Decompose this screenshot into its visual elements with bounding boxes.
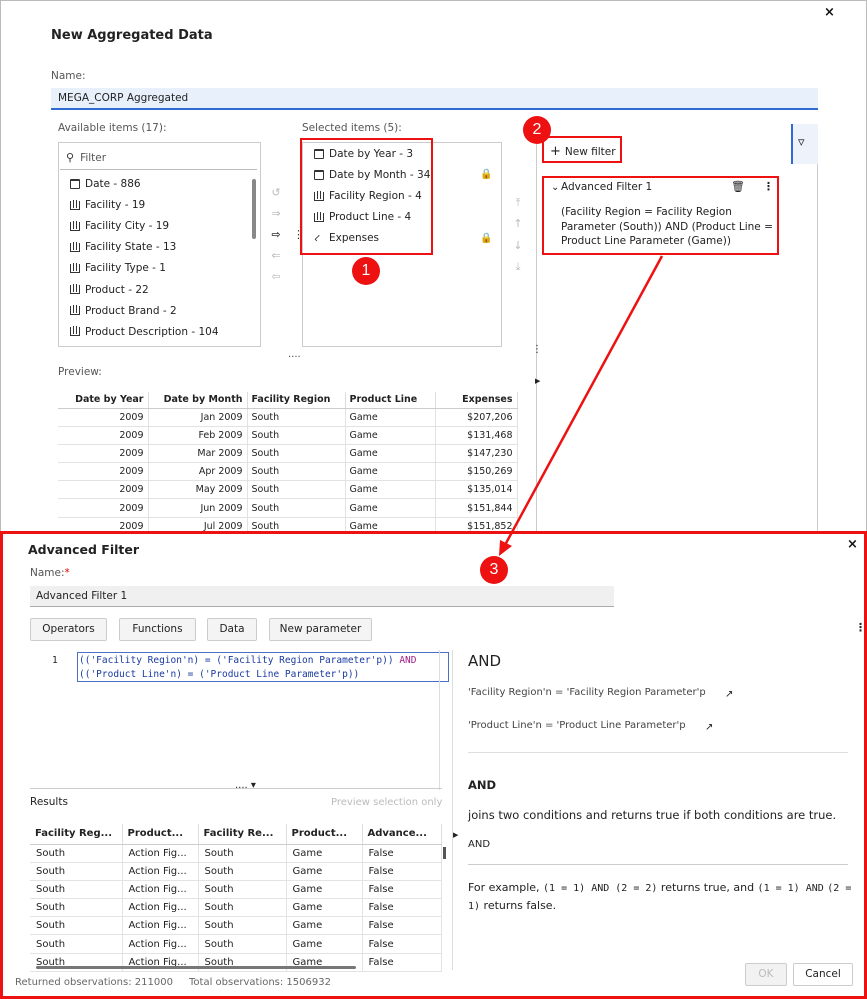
table-cell: Game bbox=[286, 880, 363, 900]
data-button[interactable]: Data bbox=[207, 618, 257, 641]
resize-handle[interactable]: .... ▾ bbox=[235, 780, 256, 791]
help-subheading: AND bbox=[468, 778, 497, 792]
table-cell: South bbox=[30, 898, 123, 918]
table-cell: False bbox=[362, 916, 442, 936]
divider bbox=[452, 650, 453, 970]
divider bbox=[468, 864, 848, 865]
table-cell: Action Fig... bbox=[122, 934, 199, 954]
more-options-icon[interactable]: ⋮ bbox=[855, 621, 866, 634]
table-cell: False bbox=[362, 880, 442, 900]
table-row[interactable]: South Action Fig... South Game False bbox=[30, 880, 442, 900]
table-cell: South bbox=[198, 916, 287, 936]
help-example-text: For example, (1 = 1) AND (2 = 2) returns… bbox=[468, 881, 852, 912]
table-cell: Action Fig... bbox=[122, 862, 199, 881]
horizontal-scrollbar[interactable] bbox=[36, 966, 356, 969]
table-cell: False bbox=[362, 898, 442, 918]
column-header[interactable]: Product... bbox=[122, 824, 199, 845]
returned-observations: Returned observations: 211000 bbox=[15, 977, 173, 988]
table-row[interactable]: South Action Fig... South Game False bbox=[30, 934, 442, 954]
cancel-button[interactable]: Cancel bbox=[793, 963, 853, 986]
name-input[interactable]: Advanced Filter 1 bbox=[30, 586, 614, 607]
help-example-1: 'Facility Region'n = 'Facility Region Pa… bbox=[468, 687, 706, 698]
column-header[interactable]: Product... bbox=[286, 824, 363, 845]
scrollbar[interactable] bbox=[443, 847, 446, 859]
table-cell: Game bbox=[286, 862, 363, 881]
table-cell: South bbox=[30, 880, 123, 900]
table-cell: Game bbox=[286, 934, 363, 954]
code-line-2: (('Product Line'n) = ('Product Line Para… bbox=[79, 669, 360, 680]
ok-button[interactable]: OK bbox=[745, 963, 787, 986]
table-cell: South bbox=[198, 844, 287, 863]
table-cell: False bbox=[362, 934, 442, 954]
table-cell: Game bbox=[286, 898, 363, 918]
divider bbox=[468, 752, 848, 753]
insert-arrow-icon[interactable]: ↗ bbox=[725, 689, 733, 700]
connector-arrow bbox=[499, 255, 664, 556]
results-label: Results bbox=[30, 796, 68, 808]
column-header[interactable]: Facility Reg... bbox=[30, 824, 123, 845]
help-description: joins two conditions and returns true if… bbox=[468, 808, 837, 822]
table-cell: South bbox=[30, 862, 123, 881]
table-cell: False bbox=[362, 844, 442, 863]
name-label: Name:* bbox=[30, 567, 70, 579]
table-cell: Action Fig... bbox=[122, 844, 199, 863]
new-parameter-button[interactable]: New parameter bbox=[269, 618, 372, 641]
table-cell: South bbox=[198, 880, 287, 900]
column-header[interactable]: Advance... bbox=[362, 824, 442, 845]
table-cell: Action Fig... bbox=[122, 880, 199, 900]
functions-button[interactable]: Functions bbox=[119, 618, 196, 641]
table-row[interactable]: South Action Fig... South Game False bbox=[30, 844, 442, 863]
table-cell: Game bbox=[286, 916, 363, 936]
total-observations: Total observations: 1506932 bbox=[189, 977, 331, 988]
insert-arrow-icon[interactable]: ↗ bbox=[705, 722, 713, 733]
results-table: Facility Reg... Product... Facility Re... P… bbox=[30, 824, 442, 972]
line-number: 1 bbox=[52, 655, 58, 666]
table-cell: South bbox=[198, 934, 287, 954]
help-syntax: AND bbox=[468, 839, 491, 850]
table-cell: South bbox=[198, 862, 287, 881]
table-cell: South bbox=[30, 916, 123, 936]
code-line-1: (('Facility Region'n) = ('Facility Regio… bbox=[79, 655, 417, 666]
column-header[interactable]: Facility Re... bbox=[198, 824, 287, 845]
table-cell: Game bbox=[286, 844, 363, 863]
table-cell: South bbox=[30, 844, 123, 863]
badge-3: 3 bbox=[480, 556, 508, 584]
table-row[interactable]: South Action Fig... South Game False bbox=[30, 862, 442, 881]
help-example-2: 'Product Line'n = 'Product Line Paramete… bbox=[468, 720, 686, 731]
help-heading: AND bbox=[468, 652, 502, 670]
advanced-filter-dialog: × Advanced Filter Name:* Advanced Filter… bbox=[0, 531, 867, 999]
operators-button[interactable]: Operators bbox=[30, 618, 107, 641]
collapse-arrow-icon[interactable]: ▶ bbox=[453, 831, 458, 839]
table-row[interactable]: South Action Fig... South Game False bbox=[30, 916, 442, 936]
table-cell: Action Fig... bbox=[122, 916, 199, 936]
preview-selection-toggle[interactable]: Preview selection only bbox=[331, 797, 442, 808]
table-cell: False bbox=[362, 862, 442, 881]
table-cell: South bbox=[30, 934, 123, 954]
table-cell: South bbox=[198, 898, 287, 918]
table-cell: False bbox=[362, 953, 442, 972]
table-row[interactable]: South Action Fig... South Game False bbox=[30, 898, 442, 918]
divider bbox=[439, 650, 440, 790]
table-cell: Action Fig... bbox=[122, 898, 199, 918]
